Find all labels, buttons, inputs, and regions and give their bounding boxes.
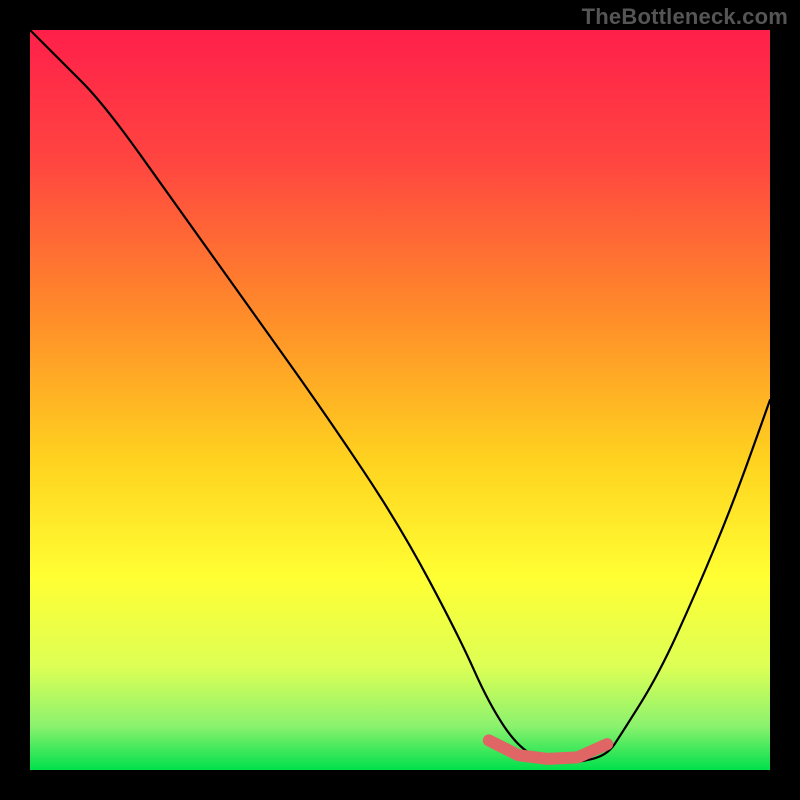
gradient-background [30,30,770,770]
plot-area [30,30,770,770]
chart-container: TheBottleneck.com [0,0,800,800]
watermark-text: TheBottleneck.com [582,4,788,30]
bottleneck-curve-chart [30,30,770,770]
